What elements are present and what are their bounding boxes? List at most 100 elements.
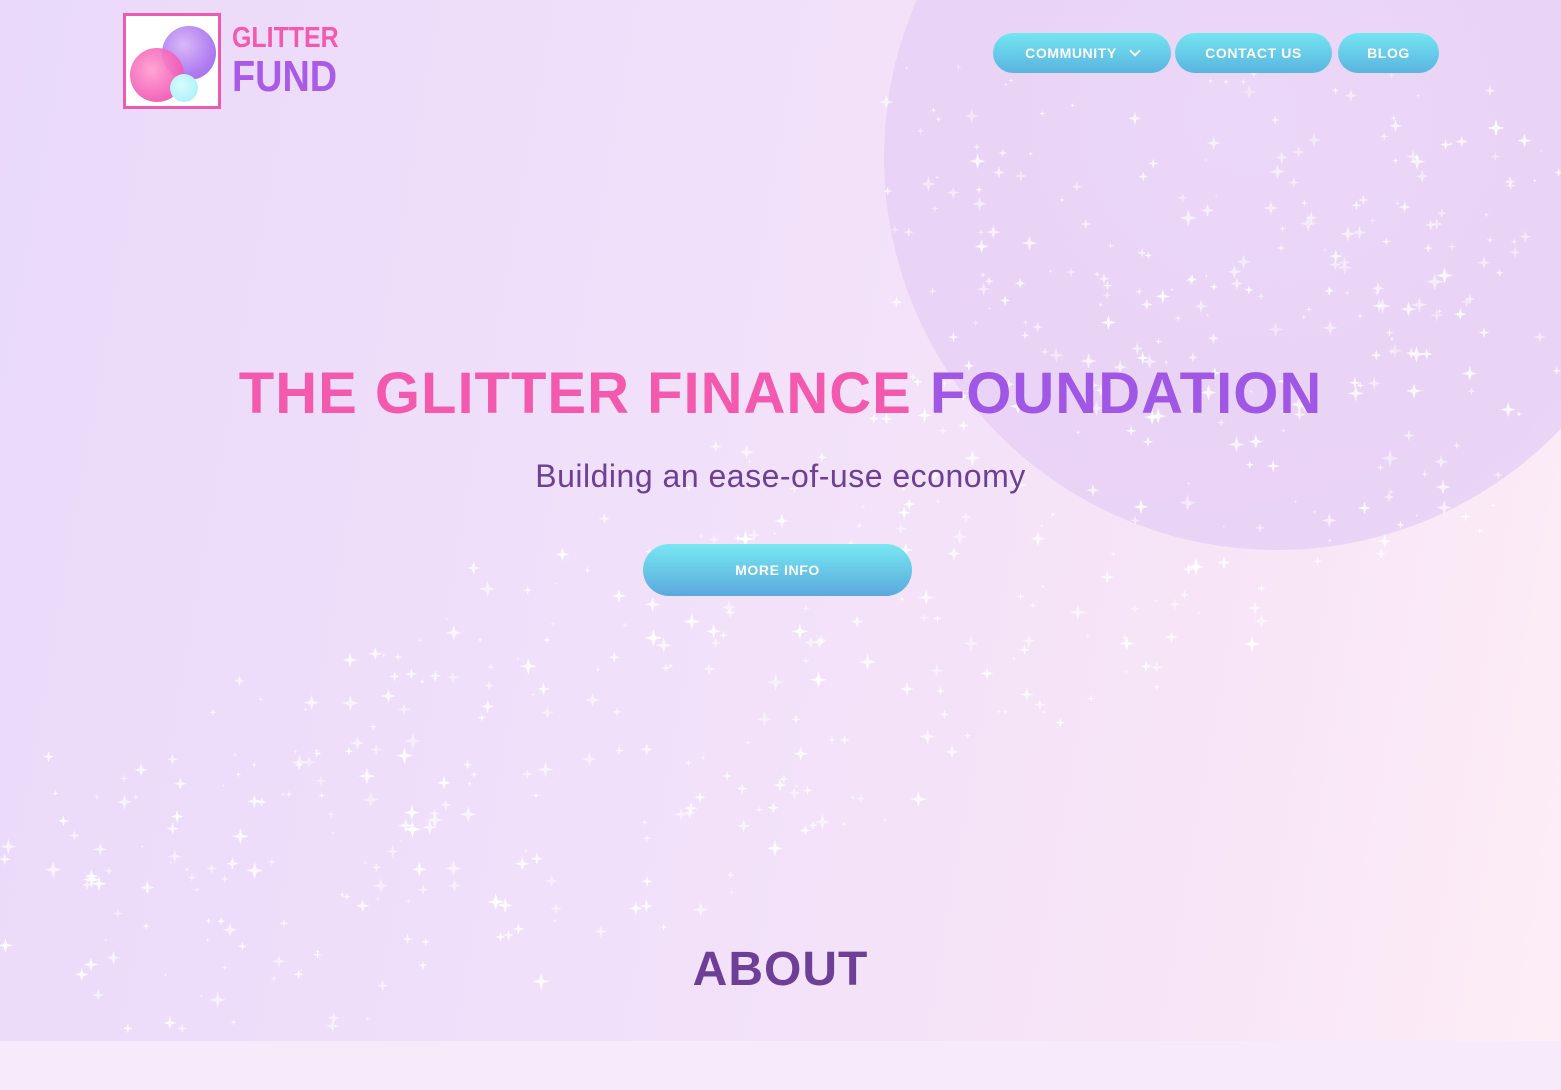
sparkle-icon xyxy=(1041,709,1048,716)
sparkle-icon xyxy=(1065,266,1077,278)
sparkle-icon xyxy=(1014,277,1026,289)
nav-blog-button[interactable]: BLOG xyxy=(1338,33,1439,73)
sparkle-icon xyxy=(404,732,422,750)
sparkle-icon xyxy=(1241,84,1257,100)
sparkle-icon xyxy=(987,306,992,311)
nav-community-dropdown[interactable]: COMMUNITY xyxy=(993,33,1171,73)
sparkle-icon xyxy=(1015,170,1027,182)
sparkle-icon xyxy=(1194,299,1209,314)
sparkle-icon xyxy=(899,681,915,697)
sparkle-icon xyxy=(280,792,286,797)
sparkle-icon xyxy=(1268,321,1284,338)
sparkle-icon xyxy=(530,692,536,697)
sparkle-icon xyxy=(486,662,495,672)
sparkle-icon xyxy=(791,623,808,640)
sparkle-icon xyxy=(598,512,611,525)
sparkle-icon xyxy=(659,923,668,931)
sparkle-icon xyxy=(1102,290,1112,300)
nav-contact-button[interactable]: CONTACT US xyxy=(1175,33,1332,73)
sparkle-icon xyxy=(581,751,598,767)
sparkle-icon xyxy=(462,759,473,770)
sparkle-icon xyxy=(1008,78,1014,83)
sparkle-icon xyxy=(935,686,946,696)
sparkle-icon xyxy=(93,842,108,857)
sparkle-icon xyxy=(1133,499,1149,515)
sparkle-icon xyxy=(980,666,994,681)
sparkle-icon xyxy=(342,892,352,901)
sparkle-icon xyxy=(1301,314,1307,320)
sparkle-icon xyxy=(1517,133,1532,148)
sparkle-icon xyxy=(815,634,828,646)
sparkle-icon xyxy=(1430,308,1444,322)
sparkle-icon xyxy=(930,107,937,114)
sparkle-icon xyxy=(312,749,321,758)
sparkle-icon xyxy=(614,746,624,756)
sparkle-icon xyxy=(1447,242,1457,252)
sparkle-icon xyxy=(1387,343,1403,358)
sparkle-icon xyxy=(142,922,151,930)
headline-part-purple: FOUNDATION xyxy=(929,361,1323,426)
sparkle-icon xyxy=(1196,610,1202,616)
sparkle-icon xyxy=(813,635,826,649)
sparkle-icon xyxy=(1398,200,1412,214)
sparkle-icon xyxy=(1340,226,1356,242)
sparkle-icon xyxy=(405,898,412,905)
sparkle-icon xyxy=(327,1011,341,1025)
sparkle-icon xyxy=(1204,273,1209,278)
sparkle-icon xyxy=(519,657,537,675)
sparkle-icon xyxy=(469,770,478,779)
sparkle-icon xyxy=(1538,148,1543,154)
sparkle-icon xyxy=(661,662,672,673)
sparkle-icon xyxy=(1122,668,1130,675)
sparkle-icon xyxy=(1179,494,1197,512)
sparkle-icon xyxy=(1187,558,1205,576)
sparkle-icon xyxy=(444,616,450,622)
sparkle-icon xyxy=(389,671,400,682)
sparkle-icon xyxy=(938,425,948,436)
sparkle-icon xyxy=(1109,550,1117,558)
sparkle-icon xyxy=(684,758,693,767)
sparkle-icon xyxy=(1207,332,1220,345)
sparkle-icon xyxy=(1227,264,1242,279)
sparkle-icon xyxy=(1436,208,1447,219)
sparkle-icon xyxy=(611,588,626,603)
sparkle-icon xyxy=(1207,78,1214,84)
sparkle-icon xyxy=(1322,247,1328,253)
sparkle-icon xyxy=(132,793,140,801)
sparkle-icon xyxy=(767,801,780,814)
sparkle-icon xyxy=(1069,603,1087,621)
sparkle-icon xyxy=(246,861,264,880)
sparkle-icon xyxy=(411,861,427,877)
sparkle-icon xyxy=(920,176,937,192)
sparkle-icon xyxy=(931,204,939,213)
sparkle-icon xyxy=(368,646,383,661)
sparkle-icon xyxy=(1269,163,1286,180)
sparkle-icon xyxy=(483,680,495,691)
sparkle-icon xyxy=(1003,82,1009,87)
headline-part-pink: THE GLITTER FINANCE xyxy=(238,361,912,426)
sparkle-icon xyxy=(386,845,400,859)
sparkle-icon xyxy=(1440,139,1451,151)
sparkle-icon xyxy=(899,596,906,602)
sparkle-decoration xyxy=(0,63,1561,1034)
sparkle-icon xyxy=(1100,315,1116,330)
sparkle-icon xyxy=(291,754,308,771)
sparkle-icon xyxy=(972,142,981,151)
sparkle-icon xyxy=(1032,321,1044,333)
logo-link[interactable]: GLITTER FUND xyxy=(123,13,356,109)
sparkle-icon xyxy=(521,768,534,781)
sparkle-icon xyxy=(709,440,723,453)
sparkle-icon xyxy=(1313,556,1323,566)
sparkle-icon xyxy=(1307,133,1322,148)
sparkle-icon xyxy=(802,604,810,613)
sparkle-icon xyxy=(134,762,149,778)
sparkle-icon xyxy=(934,175,940,180)
sparkle-icon xyxy=(1390,114,1398,122)
sparkle-icon xyxy=(162,1015,177,1030)
sparkle-icon xyxy=(839,734,850,746)
sparkle-icon xyxy=(1019,687,1034,702)
sparkle-icon xyxy=(325,1019,340,1033)
sparkle-icon xyxy=(205,917,212,925)
more-info-button[interactable]: MORE INFO xyxy=(643,544,912,596)
sparkle-icon xyxy=(1040,347,1050,357)
